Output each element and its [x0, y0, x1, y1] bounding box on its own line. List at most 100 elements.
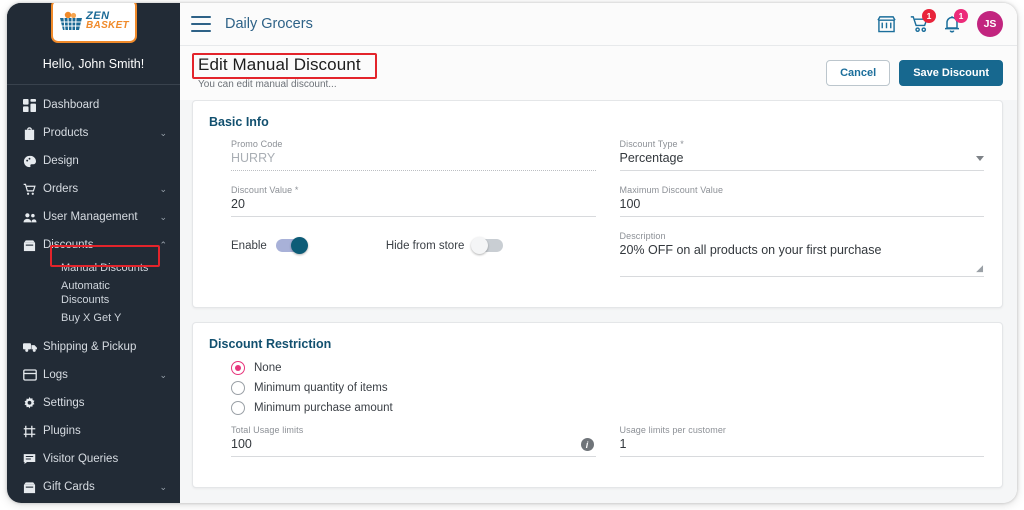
sidebar-subitem-manual-discounts[interactable]: Manual Discounts [7, 259, 180, 277]
user-greeting: Hello, John Smith! [7, 46, 180, 85]
truck-icon [23, 341, 43, 353]
storefront-icon[interactable] [877, 15, 896, 33]
main-area: Daily Grocers 1 [180, 3, 1017, 503]
page-actions: Cancel Save Discount [826, 54, 1003, 86]
cart-icon[interactable]: 1 [910, 15, 929, 33]
sidebar-item-label: User Management [43, 211, 159, 223]
radio-option-none[interactable]: None [209, 361, 984, 375]
description-text: 20% OFF on all products on your first pu… [620, 243, 882, 257]
radio-option-minimum-purchase[interactable]: Minimum purchase amount [209, 401, 984, 415]
chevron-down-icon: ⌄ [159, 370, 167, 381]
sidebar-item-discounts[interactable]: Discounts ⌃ [7, 231, 180, 259]
store-title: Daily Grocers [225, 16, 313, 32]
restriction-radio-group: None Minimum quantity of items Minimum p… [209, 361, 984, 415]
title-block: Edit Manual Discount You can edit manual… [192, 54, 365, 90]
hamburger-icon[interactable] [191, 16, 211, 32]
sidebar-item-label: Discounts [43, 239, 159, 251]
maximum-discount-value-input[interactable]: 100 [620, 197, 985, 217]
sidebar-item-label: Shipping & Pickup [43, 341, 167, 353]
sidebar-item-user-management[interactable]: User Management ⌄ [7, 203, 180, 231]
radio-label: Minimum purchase amount [254, 402, 393, 414]
total-usage-limits-field[interactable]: Total Usage limits 100 i [231, 425, 596, 457]
radio-icon[interactable] [231, 361, 245, 375]
usage-limits-per-customer-field[interactable]: Usage limits per customer 1 [620, 425, 985, 457]
basket-icon [58, 10, 84, 32]
sidebar-item-label: Orders [43, 183, 159, 195]
sidebar-item-label: Products [43, 127, 159, 139]
orders-icon [23, 183, 43, 196]
sidebar-item-dashboard[interactable]: Dashboard [7, 91, 180, 119]
enable-label: Enable [231, 240, 267, 252]
hide-from-store-label: Hide from store [386, 240, 465, 252]
sidebar-item-gift-cards[interactable]: Gift Cards ⌄ [7, 473, 180, 501]
sidebar-item-logs[interactable]: Logs ⌄ [7, 361, 180, 389]
bell-badge: 1 [954, 9, 968, 23]
logo-text-basket: BASKET [86, 21, 129, 31]
chevron-down-icon: ⌄ [159, 184, 167, 195]
total-usage-limits-label: Total Usage limits [231, 425, 596, 435]
sidebar-item-settings[interactable]: Settings [7, 389, 180, 417]
sidebar-subitem-buy-x-get-y[interactable]: Buy X Get Y [7, 309, 180, 327]
sidebar-item-products[interactable]: Products ⌄ [7, 119, 180, 147]
total-usage-limits-input[interactable]: 100 i [231, 437, 596, 457]
enable-toggle[interactable] [276, 239, 306, 252]
resize-handle-icon[interactable]: ◢ [976, 263, 983, 274]
cart-badge: 1 [922, 9, 936, 23]
discount-restriction-card: Discount Restriction None Minimum quanti… [192, 322, 1003, 488]
hide-from-store-toggle[interactable] [473, 239, 503, 252]
toggle-knob [291, 237, 308, 254]
discount-restriction-title: Discount Restriction [209, 337, 984, 351]
sidebar-item-label: Dashboard [43, 99, 167, 111]
promo-code-label: Promo Code [231, 139, 596, 149]
design-icon [23, 155, 43, 168]
cancel-button[interactable]: Cancel [826, 60, 890, 86]
chevron-up-icon: ⌃ [159, 240, 167, 251]
promo-code-value: HURRY [231, 151, 596, 171]
description-field[interactable]: Description 20% OFF on all products on y… [620, 231, 985, 277]
radio-icon[interactable] [231, 401, 245, 415]
usage-limits-per-customer-label: Usage limits per customer [620, 425, 985, 435]
promo-code-field[interactable]: Promo Code HURRY [231, 139, 596, 171]
save-discount-button[interactable]: Save Discount [899, 60, 1003, 86]
maximum-discount-value-field[interactable]: Maximum Discount Value 100 [620, 185, 985, 217]
sidebar-item-label: Plugins [43, 425, 167, 437]
basic-info-title: Basic Info [209, 115, 984, 129]
gear-icon [23, 397, 43, 410]
plugins-icon [23, 425, 43, 438]
sidebar-item-shipping-pickup[interactable]: Shipping & Pickup [7, 333, 180, 361]
top-bar: Daily Grocers 1 [180, 3, 1017, 46]
discount-type-select[interactable]: Percentage [620, 151, 985, 171]
page-content: Basic Info Promo Code HURRY Discount Val… [180, 100, 1017, 503]
page-title: Edit Manual Discount [194, 54, 365, 77]
page-header: Edit Manual Discount You can edit manual… [180, 46, 1017, 100]
maximum-discount-value-label: Maximum Discount Value [620, 185, 985, 195]
sidebar-subitem-automatic-discounts[interactable]: Automatic Discounts [7, 277, 102, 309]
sidebar: ZEN BASKET Hello, John Smith! Dashboard … [7, 3, 180, 503]
discount-type-label: Discount Type * [620, 139, 985, 149]
products-icon [23, 127, 43, 140]
sidebar-item-design[interactable]: Design [7, 147, 180, 175]
app-window: ZEN BASKET Hello, John Smith! Dashboard … [7, 3, 1017, 503]
chevron-down-icon [976, 156, 984, 161]
discount-value-input[interactable]: 20 [231, 197, 596, 217]
sidebar-item-orders[interactable]: Orders ⌄ [7, 175, 180, 203]
zen-basket-logo[interactable]: ZEN BASKET [51, 3, 137, 43]
avatar[interactable]: JS [977, 11, 1003, 37]
radio-option-minimum-quantity[interactable]: Minimum quantity of items [209, 381, 984, 395]
usage-limits-per-customer-input[interactable]: 1 [620, 437, 985, 457]
sidebar-item-visitor-queries[interactable]: Visitor Queries [7, 445, 180, 473]
sidebar-item-plugins[interactable]: Plugins [7, 417, 180, 445]
queries-icon [23, 453, 43, 465]
description-input[interactable]: 20% OFF on all products on your first pu… [620, 243, 985, 277]
bell-icon[interactable]: 1 [943, 15, 961, 33]
chevron-down-icon: ⌄ [159, 212, 167, 223]
info-icon[interactable]: i [581, 438, 594, 451]
radio-label: None [254, 362, 282, 374]
gift-card-icon [23, 481, 43, 494]
discount-value-field[interactable]: Discount Value * 20 [231, 185, 596, 217]
discount-type-field[interactable]: Discount Type * Percentage [620, 139, 985, 171]
dashboard-icon [23, 99, 43, 112]
sidebar-item-label: Logs [43, 369, 159, 381]
radio-icon[interactable] [231, 381, 245, 395]
sidebar-item-label: Settings [43, 397, 167, 409]
